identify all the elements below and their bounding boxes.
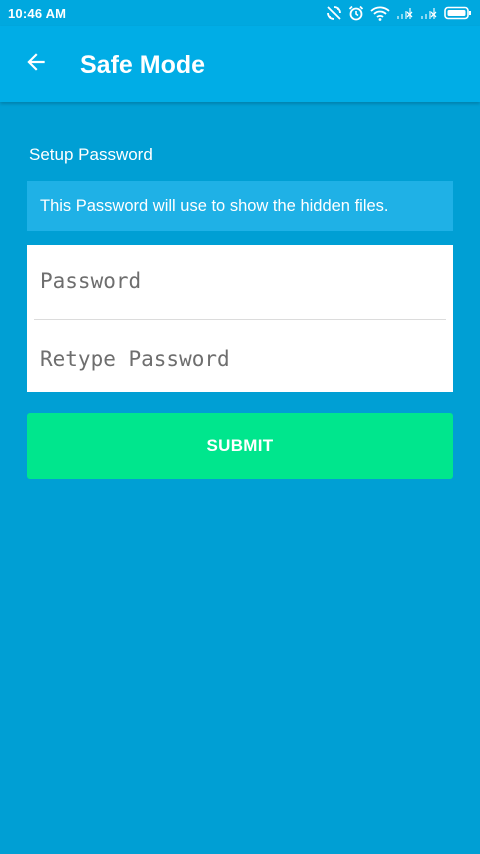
back-button[interactable] <box>18 46 54 82</box>
alarm-icon <box>348 5 364 21</box>
info-banner: This Password will use to show the hidde… <box>27 181 453 231</box>
signal-icon <box>396 6 414 20</box>
submit-button[interactable]: SUBMIT <box>27 413 453 479</box>
password-input[interactable] <box>40 269 430 293</box>
retype-password-field[interactable] <box>27 323 453 395</box>
password-field[interactable] <box>27 245 453 317</box>
signal-icon <box>420 6 438 20</box>
setup-password-label: Setup Password <box>29 145 153 164</box>
page-title: Safe Mode <box>80 51 206 79</box>
battery-icon <box>444 6 472 20</box>
status-bar: 10:46 AM <box>0 0 480 26</box>
sync-off-icon <box>326 5 342 21</box>
app-bar: Safe Mode <box>0 26 480 102</box>
password-form-card <box>27 245 453 392</box>
wifi-icon <box>370 5 390 21</box>
retype-password-input[interactable] <box>40 347 430 371</box>
status-time: 10:46 AM <box>8 5 67 21</box>
status-icons <box>326 5 472 21</box>
field-divider <box>34 319 446 320</box>
arrow-left-icon <box>23 49 49 80</box>
